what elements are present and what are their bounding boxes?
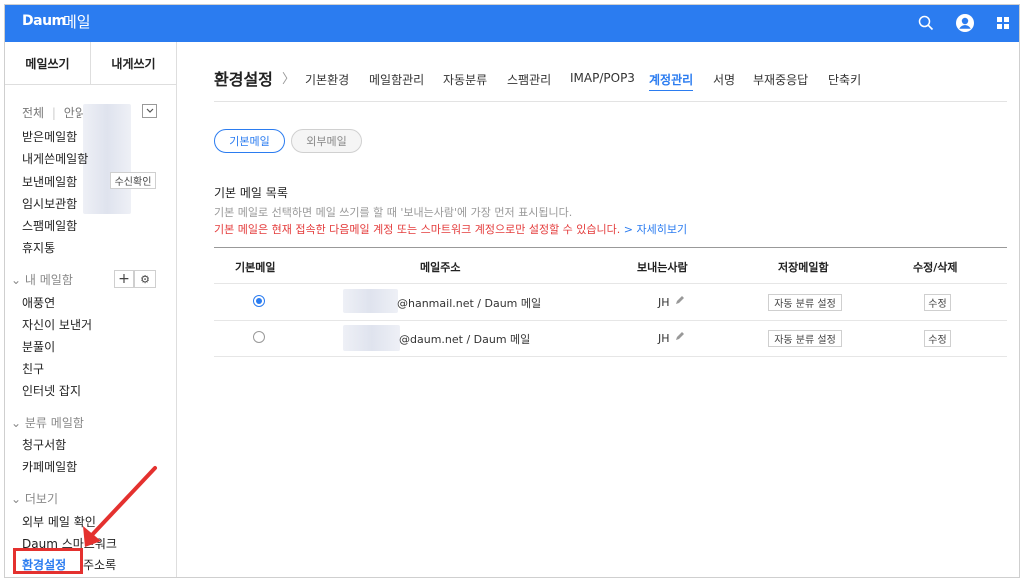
tab-external-mail[interactable]: 외부메일 bbox=[291, 129, 362, 153]
app-window: Daum 메일 메일쓰기 내게쓰기 전체 | 안읽 받은메일함 내게쓴메일함 보… bbox=[4, 4, 1020, 578]
mail-address: @hanmail.net / Daum 메일 bbox=[397, 297, 542, 310]
breadcrumb-chevron-icon: 〉 bbox=[282, 72, 296, 87]
section-description: 기본 메일로 선택하면 메일 쓰기를 할 때 '보내는사람'에 가장 먼저 표시… bbox=[214, 206, 573, 219]
tab-auto-sort[interactable]: 자동분류 bbox=[443, 71, 487, 88]
tab-default-mail[interactable]: 기본메일 bbox=[214, 129, 285, 153]
sender-name: JH bbox=[658, 296, 670, 309]
column-header-address: 메일주소 bbox=[420, 261, 461, 274]
section-title: 기본 메일 목록 bbox=[214, 186, 288, 200]
row-divider bbox=[214, 320, 1007, 321]
tab-spam[interactable]: 스팸관리 bbox=[507, 71, 551, 88]
pencil-icon[interactable] bbox=[674, 330, 686, 345]
edit-button[interactable]: 수정 bbox=[924, 294, 951, 311]
mail-address: @daum.net / Daum 메일 bbox=[399, 333, 531, 346]
column-header-default: 기본메일 bbox=[235, 261, 276, 274]
auto-sort-setting-button[interactable]: 자동 분류 설정 bbox=[768, 330, 842, 347]
page-title: 환경설정 bbox=[214, 70, 273, 89]
redacted-username bbox=[343, 289, 398, 313]
default-mail-radio[interactable] bbox=[253, 295, 265, 307]
warning-text: 기본 메일은 현재 접속한 다음메일 계정 또는 스마트워크 계정으로만 설정할… bbox=[214, 223, 621, 236]
settings-panel: 환경설정 〉 기본환경 메일함관리 자동분류 스팸관리 IMAP/POP3 계정… bbox=[177, 42, 1019, 577]
row-divider bbox=[214, 356, 1007, 357]
tab-signature[interactable]: 서명 bbox=[713, 71, 735, 88]
column-header-sender: 보내는사람 bbox=[637, 261, 688, 274]
more-details-link[interactable]: > 자세히보기 bbox=[624, 223, 687, 236]
tab-account-manage[interactable]: 계정관리 bbox=[649, 71, 694, 91]
column-header-edit: 수정/삭제 bbox=[913, 261, 958, 274]
tab-auto-reply[interactable]: 부재중응답 bbox=[753, 71, 808, 88]
table-top-border bbox=[214, 247, 1007, 248]
edit-button[interactable]: 수정 bbox=[924, 330, 951, 347]
divider bbox=[214, 101, 1007, 102]
tab-shortcuts[interactable]: 단축키 bbox=[828, 71, 861, 88]
tab-imap-pop3[interactable]: IMAP/POP3 bbox=[570, 71, 635, 85]
sender-name: JH bbox=[658, 332, 670, 345]
auto-sort-setting-button[interactable]: 자동 분류 설정 bbox=[768, 294, 842, 311]
pencil-icon[interactable] bbox=[674, 294, 686, 309]
redacted-username bbox=[343, 325, 400, 351]
column-header-mailbox: 저장메일함 bbox=[778, 261, 829, 274]
section-warning: 기본 메일은 현재 접속한 다음메일 계정 또는 스마트워크 계정으로만 설정할… bbox=[214, 221, 687, 237]
row-divider bbox=[214, 283, 1007, 284]
tab-basic[interactable]: 기본환경 bbox=[305, 71, 349, 88]
tab-mailbox-manage[interactable]: 메일함관리 bbox=[369, 71, 424, 88]
default-mail-radio[interactable] bbox=[253, 331, 265, 343]
